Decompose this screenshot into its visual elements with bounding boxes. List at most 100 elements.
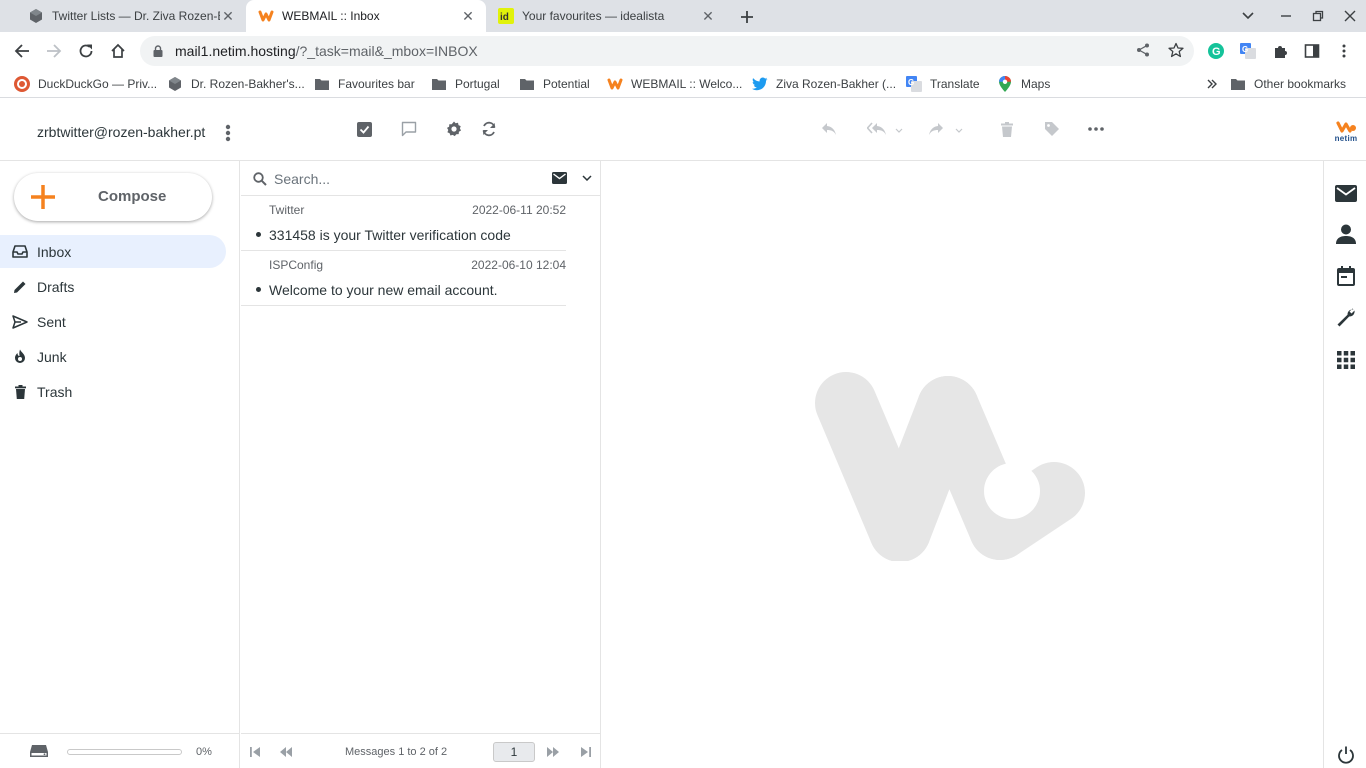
tab-idealista[interactable]: id Your favourites — idealista ✕	[486, 0, 726, 32]
translate-extension-icon[interactable]: G	[1240, 43, 1256, 59]
new-tab-button[interactable]	[736, 6, 758, 28]
folder-drafts[interactable]: Drafts	[0, 270, 226, 303]
folder-trash[interactable]: Trash	[0, 375, 226, 408]
address-bar[interactable]: mail1.netim.hosting/?_task=mail&_mbox=IN…	[140, 36, 1194, 66]
close-tab-icon[interactable]: ✕	[220, 8, 236, 24]
settings-wrench-icon[interactable]	[1335, 306, 1357, 328]
calendar-icon[interactable]	[1335, 265, 1357, 287]
last-page-icon[interactable]	[579, 745, 593, 759]
account-menu-icon[interactable]	[218, 123, 238, 143]
netim-logo: netim	[1332, 120, 1360, 146]
search-bar	[241, 161, 601, 196]
bookmark-webmail[interactable]: WEBMAIL :: Welco...	[607, 75, 742, 93]
logout-power-icon[interactable]	[1335, 744, 1357, 766]
idealista-favicon-icon: id	[498, 8, 514, 24]
webmail-icon	[607, 76, 623, 92]
bookmark-maps[interactable]: Maps	[997, 75, 1050, 93]
settings-gear-icon[interactable]	[444, 119, 464, 139]
tag-icon[interactable]	[1042, 119, 1062, 139]
grammarly-extension-icon[interactable]: G	[1208, 43, 1224, 59]
bookmark-label: Translate	[930, 77, 980, 91]
forward-dropdown-icon[interactable]	[954, 125, 964, 135]
cube-icon	[167, 76, 183, 92]
webmail-favicon-icon	[258, 8, 274, 24]
bookmark-duckduckgo[interactable]: DuckDuckGo — Priv...	[14, 75, 157, 93]
restore-icon[interactable]	[1310, 8, 1326, 24]
minimize-icon[interactable]	[1278, 8, 1294, 24]
bookmark-portugal[interactable]: Portugal	[431, 75, 500, 93]
select-checkbox-icon[interactable]	[354, 119, 374, 139]
bookmark-other-bookmarks[interactable]: Other bookmarks	[1230, 75, 1346, 93]
translate-icon: G	[906, 76, 922, 92]
search-options-chevron-icon[interactable]	[582, 175, 592, 181]
more-bookmarks-icon[interactable]	[1206, 75, 1218, 93]
envelope-filter-icon[interactable]	[552, 172, 567, 184]
refresh-icon[interactable]	[479, 119, 499, 139]
bookmark-label: Dr. Rozen-Bakher's...	[191, 77, 305, 91]
folder-junk[interactable]: Junk	[0, 340, 226, 373]
duckduckgo-icon	[14, 76, 30, 92]
tab-title: Twitter Lists — Dr. Ziva Rozen-Ba	[52, 9, 220, 23]
extensions-icon[interactable]	[1272, 43, 1288, 59]
bookmark-translate[interactable]: G Translate	[906, 75, 980, 93]
tab-webmail-inbox[interactable]: WEBMAIL :: Inbox ✕	[246, 0, 486, 32]
folder-sent[interactable]: Sent	[0, 305, 226, 338]
bookmark-label: DuckDuckGo — Priv...	[38, 77, 158, 91]
apps-grid-icon[interactable]	[1335, 349, 1357, 371]
page-number-input[interactable]: 1	[493, 742, 535, 762]
contacts-person-icon[interactable]	[1335, 223, 1357, 245]
browser-tab-strip: Twitter Lists — Dr. Ziva Rozen-Ba ✕ WEBM…	[0, 0, 1366, 32]
chrome-menu-icon[interactable]	[1336, 43, 1352, 59]
side-panel-icon[interactable]	[1304, 43, 1320, 59]
app-header: zrbtwitter@rozen-bakher.pt netim	[0, 98, 1366, 161]
send-icon	[11, 313, 29, 331]
account-email: zrbtwitter@rozen-bakher.pt	[37, 124, 206, 140]
folder-label: Sent	[37, 313, 66, 330]
reload-icon[interactable]	[75, 40, 97, 62]
storage-drive-icon	[30, 745, 48, 757]
forward-mail-icon[interactable]	[926, 119, 946, 139]
message-row[interactable]: ISPConfig 2022-06-10 12:04 Welcome to yo…	[241, 251, 566, 306]
fire-icon	[11, 348, 29, 366]
bookmark-label: Maps	[1021, 77, 1051, 91]
reply-icon[interactable]	[819, 119, 839, 139]
message-sender: Twitter	[269, 203, 305, 217]
delete-trash-icon[interactable]	[997, 119, 1017, 139]
bookmark-label: Other bookmarks	[1254, 77, 1347, 91]
mail-icon[interactable]	[1335, 182, 1357, 204]
message-row[interactable]: Twitter 2022-06-11 20:52 331458 is your …	[241, 196, 566, 251]
next-page-icon[interactable]	[546, 745, 560, 759]
first-page-icon[interactable]	[248, 745, 262, 759]
bookmark-potential[interactable]: Potential	[519, 75, 590, 93]
compose-button[interactable]: Compose	[14, 173, 212, 221]
message-subject: 331458 is your Twitter verification code	[269, 227, 511, 243]
folder-inbox[interactable]: Inbox	[0, 235, 226, 268]
quota-bar	[67, 749, 182, 755]
search-icon[interactable]	[253, 172, 267, 186]
message-subject: Welcome to your new email account.	[269, 282, 498, 298]
previous-page-icon[interactable]	[279, 745, 293, 759]
lock-icon[interactable]	[153, 44, 167, 58]
netim-logo-text: netim	[1334, 134, 1358, 143]
search-input[interactable]	[274, 168, 534, 190]
back-icon[interactable]	[11, 40, 33, 62]
tab-search-icon[interactable]	[1240, 8, 1256, 24]
close-tab-icon[interactable]: ✕	[700, 8, 716, 24]
bookmark-rozen-bakher[interactable]: Dr. Rozen-Bakher's...	[167, 75, 305, 93]
message-preview-pane	[602, 161, 1323, 768]
close-window-icon[interactable]	[1342, 8, 1358, 24]
home-icon[interactable]	[107, 40, 129, 62]
forward-icon[interactable]	[43, 40, 65, 62]
reply-all-icon[interactable]	[867, 119, 887, 139]
close-tab-icon[interactable]: ✕	[460, 8, 476, 24]
message-count-text: Messages 1 to 2 of 2	[345, 746, 448, 758]
threads-icon[interactable]	[399, 119, 419, 139]
more-actions-icon[interactable]	[1086, 119, 1106, 139]
tab-twitter-lists[interactable]: Twitter Lists — Dr. Ziva Rozen-Ba ✕	[8, 0, 246, 32]
bookmark-label: Favourites bar	[338, 77, 415, 91]
bookmark-favourites-bar[interactable]: Favourites bar	[314, 75, 415, 93]
bookmark-star-icon[interactable]	[1168, 42, 1184, 58]
reply-all-dropdown-icon[interactable]	[894, 125, 904, 135]
share-icon[interactable]	[1136, 43, 1152, 59]
bookmark-twitter-profile[interactable]: Ziva Rozen-Bakher (...	[752, 75, 896, 93]
